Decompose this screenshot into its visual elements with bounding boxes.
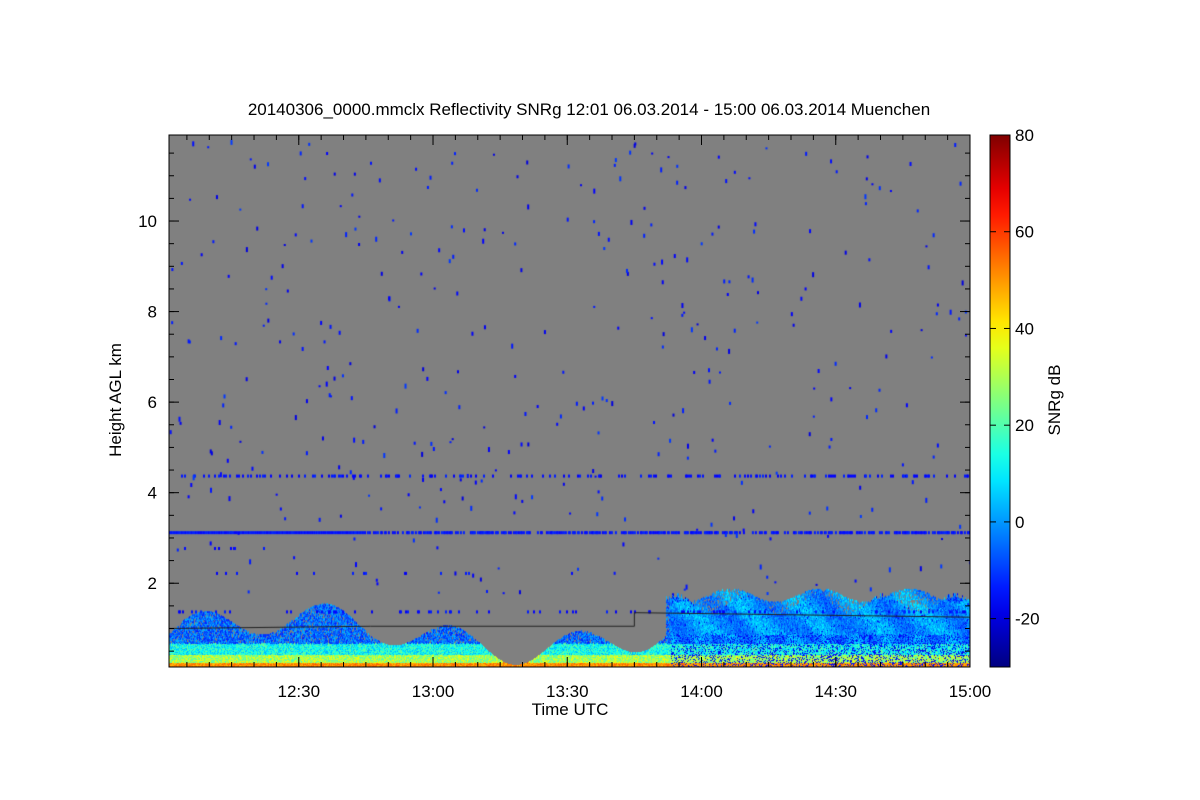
plot-area (168, 134, 971, 668)
colorbar-tick-label: 60 (1015, 223, 1034, 242)
y-tick-label: 4 (148, 484, 157, 503)
x-tick-label: 13:30 (546, 682, 589, 701)
x-tick-label: 15:00 (949, 682, 992, 701)
colorbar-tick-label: -20 (1015, 610, 1040, 629)
colorbar-tick-label: 0 (1015, 513, 1024, 532)
colorbar-tick-label: 20 (1015, 416, 1034, 435)
x-tick-label: 12:30 (277, 682, 320, 701)
x-tick-label: 14:00 (680, 682, 723, 701)
colorbar-tick-label: 40 (1015, 319, 1034, 338)
y-tick-label: 6 (148, 393, 157, 412)
colorbar-tick-label: 80 (1015, 126, 1034, 145)
reflectivity-field (169, 135, 970, 667)
y-tick-label: 8 (148, 303, 157, 322)
x-axis-label: Time UTC (532, 700, 609, 719)
y-axis-label: Height AGL km (106, 343, 125, 457)
chart-title: 20140306_0000.mmclx Reflectivity SNRg 12… (248, 100, 930, 119)
colorbar-scale (989, 134, 1011, 668)
colorbar-label: SNRg dB (1045, 365, 1064, 436)
x-tick-label: 14:30 (814, 682, 857, 701)
radar-chart: 20140306_0000.mmclx Reflectivity SNRg 12… (106, 100, 1064, 719)
y-tick-label: 2 (148, 574, 157, 593)
x-tick-label: 13:00 (412, 682, 455, 701)
y-tick-label: 10 (138, 212, 157, 231)
colorbar: -20 0 20 40 60 80 (989, 126, 1040, 668)
